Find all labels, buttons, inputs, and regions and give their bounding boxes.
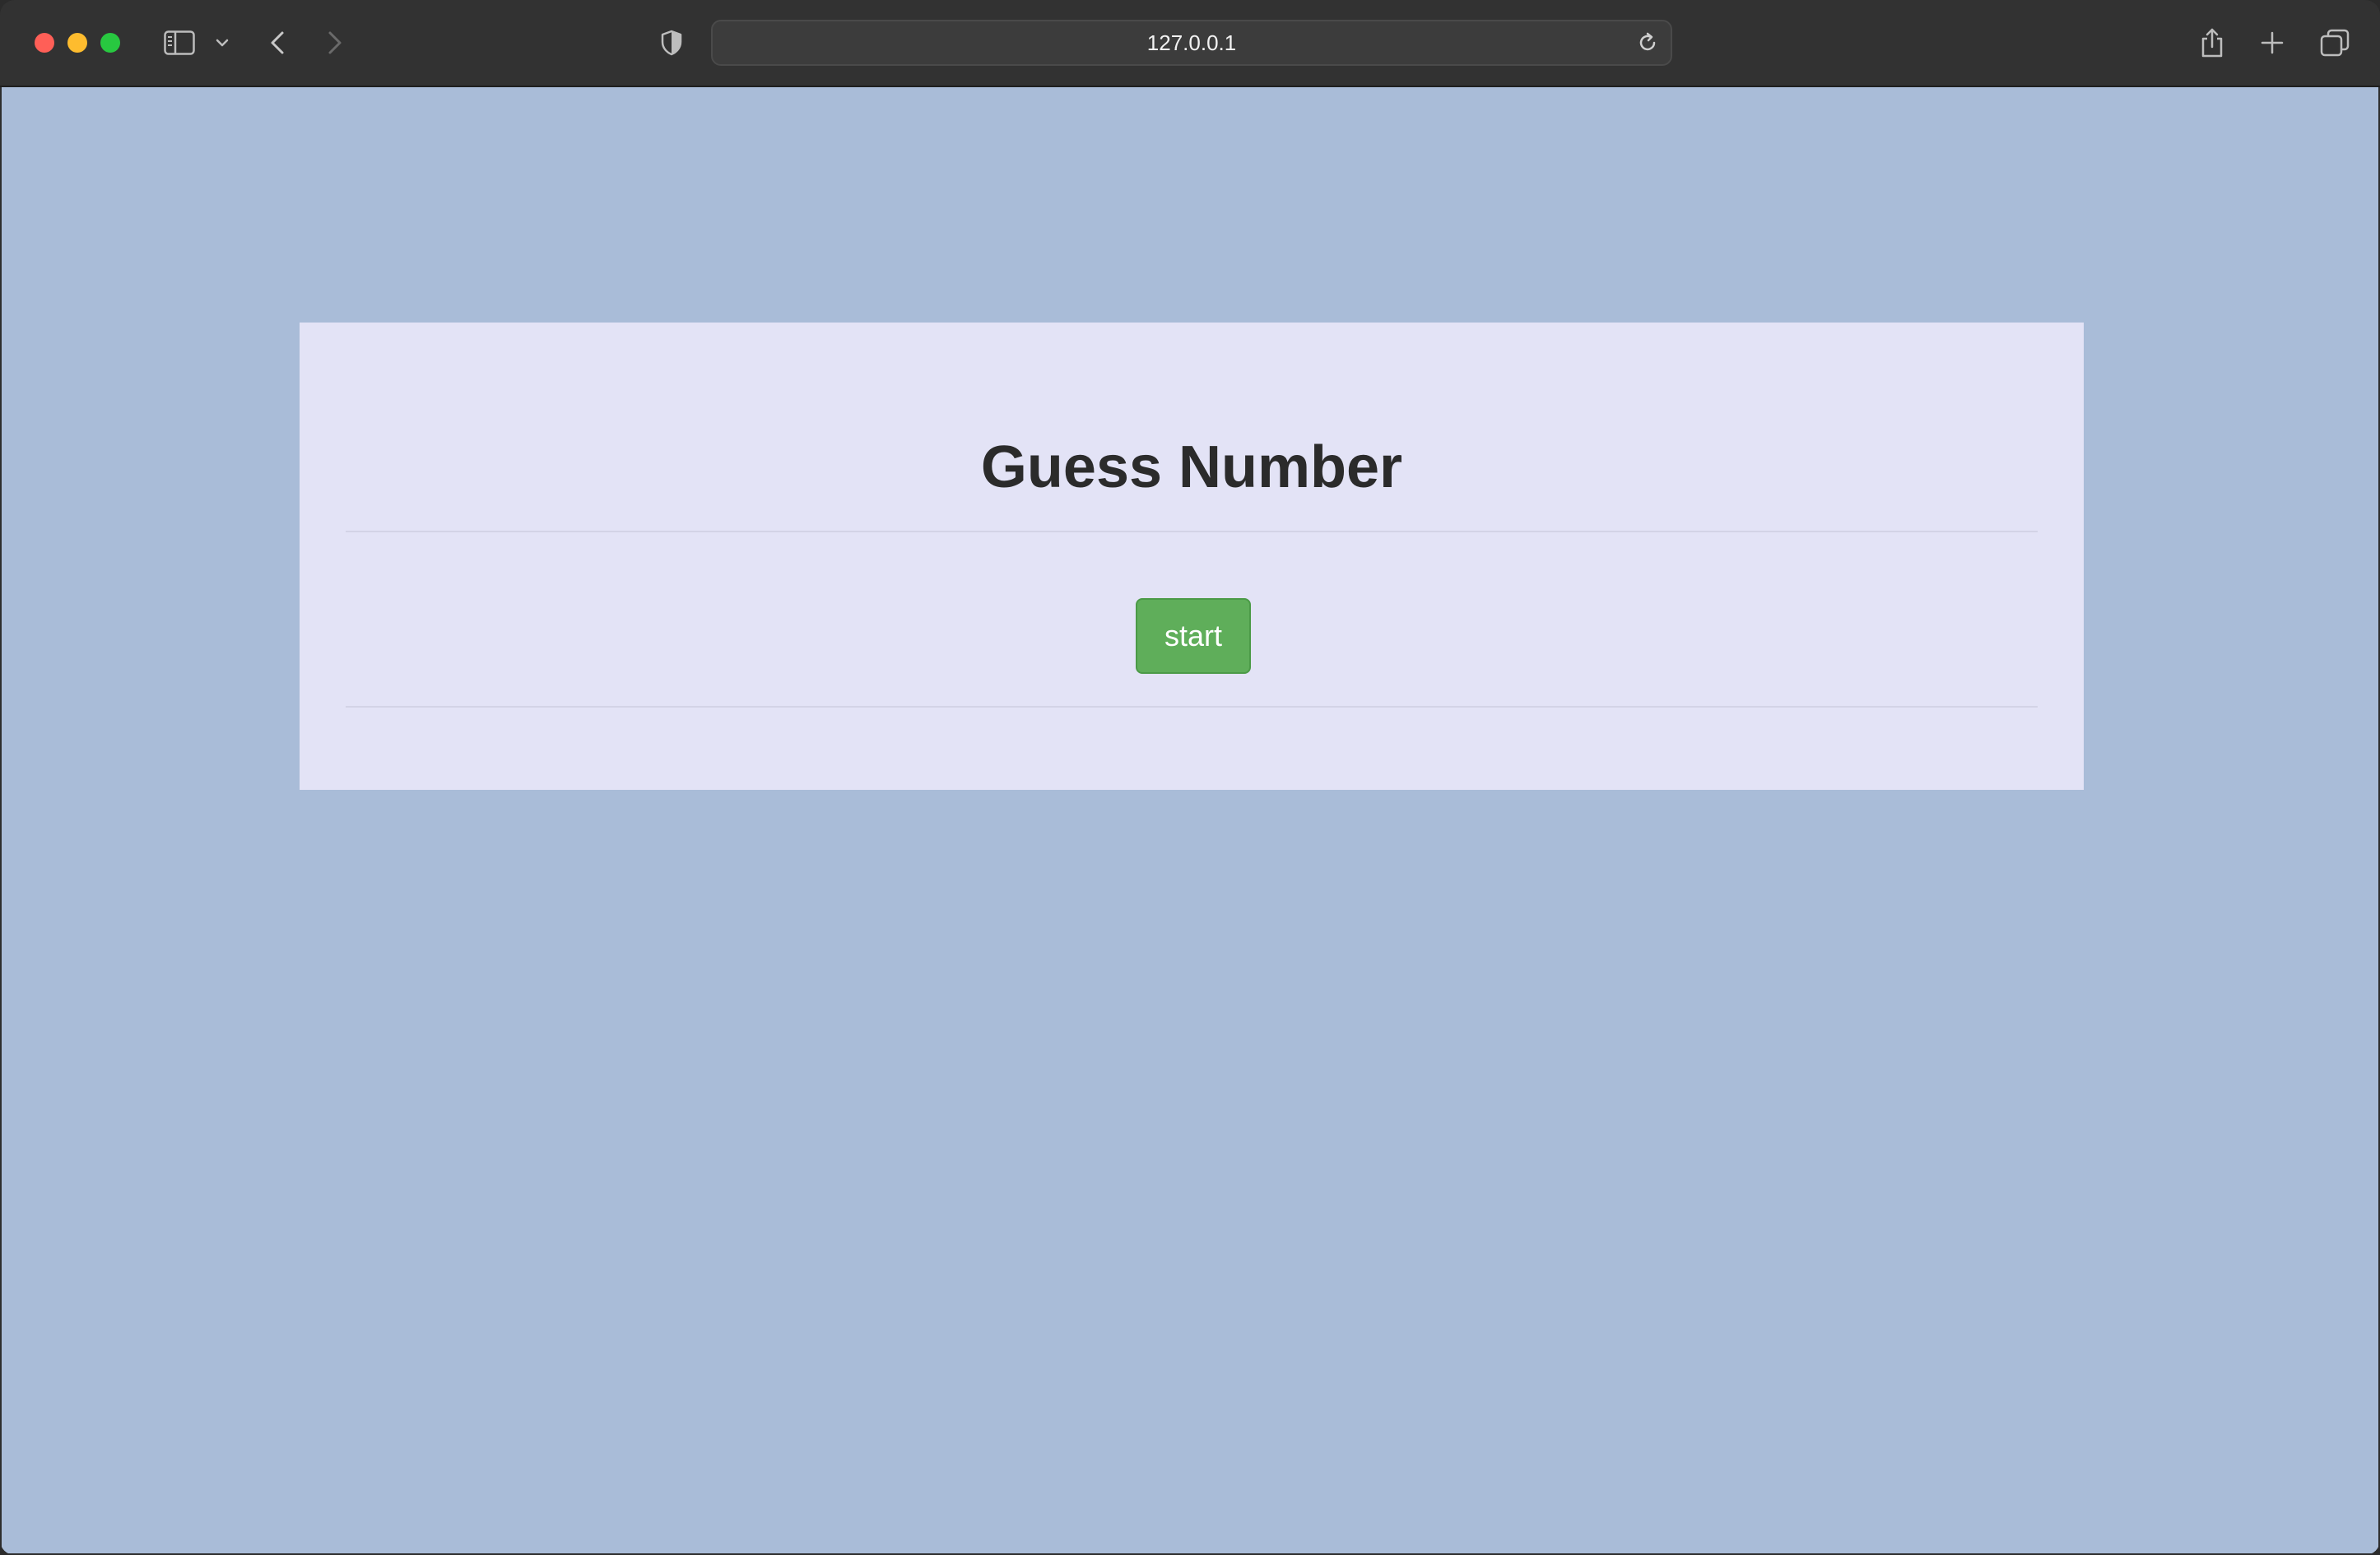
- game-card: Guess Number start: [300, 323, 2084, 790]
- page-viewport: Guess Number start: [2, 87, 2378, 1553]
- plus-icon[interactable]: [2258, 21, 2286, 64]
- zoom-window-button[interactable]: [100, 33, 120, 53]
- close-window-button[interactable]: [35, 33, 54, 53]
- address-text: 127.0.0.1: [1146, 30, 1237, 55]
- chevron-down-icon[interactable]: [212, 21, 232, 64]
- page-title: Guess Number: [980, 434, 1403, 500]
- sidebar-icon[interactable]: [161, 21, 198, 64]
- address-bar[interactable]: 127.0.0.1: [711, 20, 1672, 66]
- share-icon[interactable]: [2197, 21, 2227, 64]
- browser-window: 127.0.0.1 Guess Number start: [0, 0, 2380, 1555]
- chevron-left-icon[interactable]: [265, 21, 290, 64]
- title-divider: [346, 531, 2038, 532]
- shield-icon[interactable]: [657, 21, 686, 64]
- start-button[interactable]: start: [1136, 598, 1251, 674]
- browser-toolbar: 127.0.0.1: [0, 0, 2380, 87]
- tabs-overview-icon[interactable]: [2319, 21, 2350, 64]
- reload-icon[interactable]: [1636, 31, 1659, 58]
- chevron-right-icon[interactable]: [323, 21, 347, 64]
- footer-divider: [346, 706, 2038, 708]
- minimize-window-button[interactable]: [67, 33, 87, 53]
